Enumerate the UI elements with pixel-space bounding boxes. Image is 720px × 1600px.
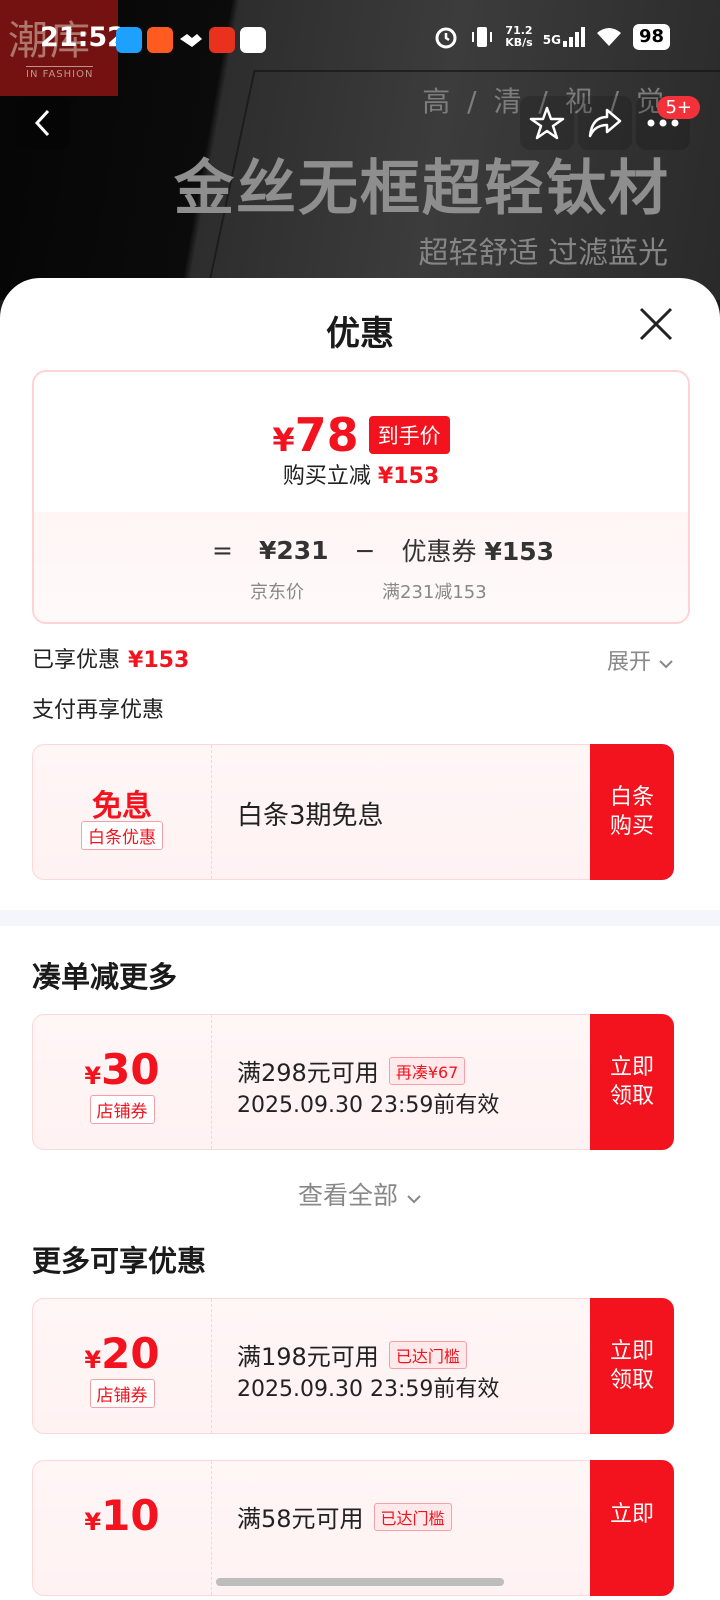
- status-time: 21:52: [40, 22, 126, 53]
- claim-coupon-button[interactable]: 立即 领取: [590, 1014, 674, 1150]
- coupon-left: ¥10: [33, 1461, 212, 1595]
- close-button[interactable]: [638, 306, 674, 342]
- jd-price-label: 京东价: [250, 582, 304, 603]
- coupon-left: ¥30 店铺券: [33, 1015, 212, 1149]
- price-formula: = ¥231 − 优惠券 ¥153 京东价 满231减153: [34, 512, 688, 622]
- battery-level: 98: [632, 24, 670, 50]
- favorite-button[interactable]: [520, 96, 574, 150]
- app-notification-icon: [116, 27, 142, 53]
- chevron-down-icon: [659, 660, 673, 669]
- home-indicator[interactable]: [216, 1578, 504, 1586]
- app-notification-icon: [147, 27, 173, 53]
- star-icon: [529, 106, 565, 140]
- instant-reduction: 购买立减 ¥153: [282, 464, 440, 489]
- claim-coupon-button[interactable]: 立即: [590, 1460, 674, 1596]
- coupon-left: ¥20 店铺券: [33, 1299, 212, 1433]
- app-notification-icon: [209, 27, 235, 53]
- vibrate-icon: [472, 27, 493, 47]
- pay-more-label: 支付再享优惠: [32, 698, 165, 723]
- chevron-down-icon: [407, 1195, 421, 1204]
- baitiao-offer-card: 免息 白条优惠 白条3期免息 白条 购买: [32, 744, 720, 880]
- baitiao-tag: 白条优惠: [33, 821, 211, 850]
- coupon-amount: ¥20: [84, 1329, 160, 1378]
- coupon-card: ¥30 店铺券 满298元可用 再凑¥67 2025.09.30 23:59前有…: [32, 1014, 720, 1150]
- coupon-type-tag: 店铺券: [33, 1095, 211, 1124]
- banner-title: 金丝无框超轻钛材: [174, 154, 670, 224]
- coupon-validity: 2025.09.30 23:59前有效: [237, 1377, 500, 1402]
- enjoyed-discount: 已享优惠 ¥153: [32, 648, 190, 673]
- baitiao-desc: 白条3期免息: [237, 801, 384, 831]
- coupon-card: ¥10 满58元可用 已达门槛 立即: [32, 1460, 720, 1596]
- share-button[interactable]: [578, 96, 632, 150]
- coupon-body: 免息 白条优惠 白条3期免息: [32, 744, 599, 880]
- coupon-rule-label: 满231减153: [382, 582, 487, 603]
- section-divider: [0, 910, 720, 926]
- baitiao-big: 免息: [92, 789, 152, 824]
- app-notification-icon: [240, 27, 266, 53]
- final-price-row: ¥78 到手价: [34, 408, 688, 462]
- coupon-condition: 满298元可用 再凑¥67: [237, 1053, 466, 1088]
- alarm-icon: [435, 27, 457, 49]
- banner-subtitle: 超轻舒适 过滤蓝光: [418, 236, 668, 271]
- price-summary-top: ¥78 到手价 购买立减 ¥153: [34, 372, 688, 512]
- coupon-amount: ¥10: [84, 1491, 160, 1540]
- view-all-button[interactable]: 查看全部: [0, 1176, 720, 1212]
- jd-price: ¥231: [258, 535, 329, 565]
- coupon-body: ¥30 店铺券 满298元可用 再凑¥67 2025.09.30 23:59前有…: [32, 1014, 599, 1150]
- section-title-more-order: 凑单减更多: [32, 960, 178, 994]
- sheet-title: 优惠: [326, 314, 394, 354]
- back-button[interactable]: [16, 96, 70, 150]
- coupon-condition: 满58元可用 已达门槛: [237, 1499, 452, 1534]
- coupon-left: 免息 白条优惠: [33, 745, 212, 879]
- price-summary-card: ¥78 到手价 购买立减 ¥153 = ¥231 − 优惠券 ¥153 京东价 …: [32, 370, 690, 624]
- coupon-type-tag: 店铺券: [33, 1379, 211, 1408]
- message-count-badge: 5+: [657, 96, 700, 119]
- more-dots-icon: [647, 119, 679, 127]
- price-formula-row: = ¥231 − 优惠券 ¥153: [212, 532, 554, 568]
- expand-button[interactable]: 展开: [607, 644, 674, 676]
- coupon-body: ¥20 店铺券 满198元可用 已达门槛 2025.09.30 23:59前有效: [32, 1298, 599, 1434]
- coupon-status-pill: 再凑¥67: [388, 1056, 466, 1085]
- coupon-status-pill: 已达门槛: [388, 1340, 467, 1369]
- status-right-group: 71.2 KB/s 5G 98: [433, 24, 670, 50]
- chevron-left-icon: [34, 109, 50, 137]
- close-icon: [639, 307, 673, 341]
- handshake-icon: [178, 27, 204, 53]
- net-speed: 71.2 KB/s: [505, 24, 533, 49]
- coupon-status-pill: 已达门槛: [373, 1502, 452, 1531]
- section-title-more-discount: 更多可享优惠: [32, 1244, 207, 1278]
- status-bar: 21:52 71.2 KB/s 5G 98: [0, 0, 720, 80]
- baitiao-buy-button[interactable]: 白条 购买: [590, 744, 674, 880]
- coupon-body: ¥10 满58元可用 已达门槛: [32, 1460, 599, 1596]
- discount-sheet: 优惠 ¥78 到手价 购买立减 ¥153 = ¥231 − 优惠券 ¥153 京…: [0, 278, 720, 1600]
- final-price: ¥78: [272, 408, 359, 462]
- wifi-icon: [596, 28, 621, 46]
- coupon-card: ¥20 店铺券 满198元可用 已达门槛 2025.09.30 23:59前有效…: [32, 1298, 720, 1434]
- claim-coupon-button[interactable]: 立即 领取: [590, 1298, 674, 1434]
- coupon-deduction: 优惠券 ¥153: [401, 537, 555, 566]
- coupon-validity: 2025.09.30 23:59前有效: [237, 1093, 500, 1118]
- coupon-amount: ¥30: [84, 1045, 160, 1094]
- share-icon: [588, 108, 622, 138]
- final-price-tag: 到手价: [368, 416, 450, 454]
- signal-icon: 5G: [543, 27, 585, 47]
- coupon-condition: 满198元可用 已达门槛: [237, 1337, 467, 1372]
